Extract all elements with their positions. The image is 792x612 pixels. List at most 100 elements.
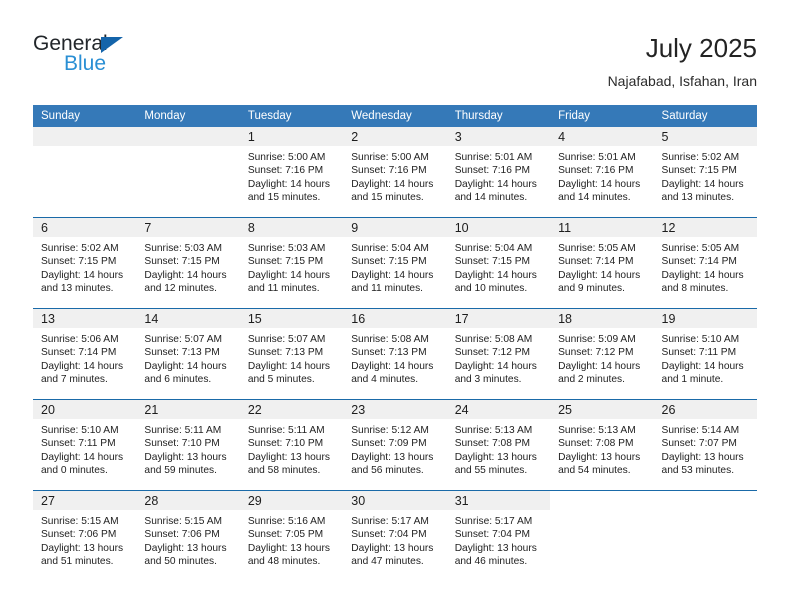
weekday-header-sunday: Sunday xyxy=(33,105,137,127)
sunrise-time: Sunrise: 5:04 AM xyxy=(454,243,533,254)
daylight-duration-line1: Daylight: 14 hours xyxy=(661,178,744,190)
daylight-duration-line1: Daylight: 14 hours xyxy=(351,360,434,372)
sunset-time: Sunset: 7:13 PM xyxy=(247,347,324,359)
calendar-table: Sunday Monday Tuesday Wednesday Thursday Frid… xyxy=(33,105,757,581)
general-blue-logo[interactable]: General Blue xyxy=(33,32,233,84)
sunset-time: Sunset: 7:14 PM xyxy=(558,256,634,268)
daylight-duration-line1: Daylight: 14 hours xyxy=(661,360,744,372)
sunset-time: Sunset: 7:06 PM xyxy=(41,529,117,541)
day-cell-24[interactable]: 24 Sunrise: 5:13 AM Sunset: 7:08 PM Dayligh… xyxy=(446,400,551,490)
sunrise-time: Sunrise: 5:01 AM xyxy=(454,152,533,163)
day-details: Sunrise: 5:11 AM Sunset: 7:10 PM Daylight:… xyxy=(136,419,239,478)
day-cell-7[interactable]: 7 Sunrise: 5:03 AM Sunset: 7:15 PM Daylight… xyxy=(136,218,240,308)
sunset-time: Sunset: 7:10 PM xyxy=(247,438,324,450)
weekday-header-wednesday: Wednesday xyxy=(343,105,447,127)
daylight-duration-line2: and 1 minute. xyxy=(661,374,724,386)
daylight-duration-line2: and 6 minutes. xyxy=(144,374,212,386)
sunset-time: Sunset: 7:15 PM xyxy=(454,256,531,268)
day-number: 19 xyxy=(653,309,757,328)
day-cell-30[interactable]: 30 Sunrise: 5:17 AM Sunset: 7:04 PM Dayligh… xyxy=(343,491,447,581)
daylight-duration-line2: and 4 minutes. xyxy=(351,374,419,386)
sunrise-time: Sunrise: 5:03 AM xyxy=(144,243,223,254)
day-cell-10[interactable]: 10 Sunrise: 5:04 AM Sunset: 7:15 PM Dayligh… xyxy=(446,218,551,308)
day-details: Sunrise: 5:05 AM Sunset: 7:14 PM Daylight:… xyxy=(654,237,757,296)
day-details: Sunrise: 5:10 AM Sunset: 7:11 PM Daylight:… xyxy=(654,328,757,387)
sunrise-time: Sunrise: 5:14 AM xyxy=(661,425,740,436)
day-cell-12[interactable]: 12 Sunrise: 5:05 AM Sunset: 7:14 PM Dayligh… xyxy=(653,218,757,308)
day-details: Sunrise: 5:05 AM Sunset: 7:14 PM Daylight:… xyxy=(550,237,653,296)
sunrise-time: Sunrise: 5:15 AM xyxy=(41,516,119,527)
day-cell-21[interactable]: 21 Sunrise: 5:11 AM Sunset: 7:10 PM Dayligh… xyxy=(136,400,240,490)
day-number: 9 xyxy=(343,218,447,237)
day-cell-5[interactable]: 5 Sunrise: 5:02 AM Sunset: 7:15 PM Daylight… xyxy=(653,127,757,217)
day-cell-28[interactable]: 28 Sunrise: 5:15 AM Sunset: 7:06 PM Dayligh… xyxy=(136,491,240,581)
day-details: Sunrise: 5:11 AM Sunset: 7:10 PM Daylight:… xyxy=(240,419,343,478)
day-details: Sunrise: 5:09 AM Sunset: 7:12 PM Daylight:… xyxy=(550,328,653,387)
calendar-week-row: 13 Sunrise: 5:06 AM Sunset: 7:14 PM Dayligh… xyxy=(33,308,757,400)
day-details: Sunrise: 5:15 AM Sunset: 7:06 PM Daylight:… xyxy=(33,510,136,569)
day-cell-8[interactable]: 8 Sunrise: 5:03 AM Sunset: 7:15 PM Daylight… xyxy=(239,218,344,308)
day-cell-9[interactable]: 9 Sunrise: 5:04 AM Sunset: 7:15 PM Daylight… xyxy=(343,218,447,308)
day-details: Sunrise: 5:08 AM Sunset: 7:12 PM Daylight:… xyxy=(447,328,550,387)
daylight-duration-line1: Daylight: 14 hours xyxy=(558,360,641,372)
day-number: 6 xyxy=(33,218,137,237)
daylight-duration-line2: and 3 minutes. xyxy=(454,374,522,386)
day-number: 14 xyxy=(136,309,240,328)
day-cell-31[interactable]: 31 Sunrise: 5:17 AM Sunset: 7:04 PM Dayligh… xyxy=(446,491,551,581)
daylight-duration-line2: and 53 minutes. xyxy=(661,465,735,477)
day-cell-1[interactable]: 1 Sunrise: 5:00 AM Sunset: 7:16 PM Daylight… xyxy=(239,127,344,217)
day-details: Sunrise: 5:04 AM Sunset: 7:15 PM Daylight:… xyxy=(447,237,550,296)
day-details: Sunrise: 5:13 AM Sunset: 7:08 PM Daylight:… xyxy=(550,419,653,478)
day-cell-3[interactable]: 3 Sunrise: 5:01 AM Sunset: 7:16 PM Daylight… xyxy=(446,127,551,217)
sunrise-time: Sunrise: 5:13 AM xyxy=(558,425,636,436)
day-cell-22[interactable]: 22 Sunrise: 5:11 AM Sunset: 7:10 PM Dayligh… xyxy=(239,400,344,490)
calendar-week-row: 1 Sunrise: 5:00 AM Sunset: 7:16 PM Daylight… xyxy=(33,127,757,218)
day-cell-11[interactable]: 11 Sunrise: 5:05 AM Sunset: 7:14 PM Dayligh… xyxy=(550,218,654,308)
day-number: 22 xyxy=(239,400,344,419)
daylight-duration-line2: and 59 minutes. xyxy=(144,465,217,477)
daylight-duration-line2: and 56 minutes. xyxy=(351,465,424,477)
day-number: 16 xyxy=(343,309,447,328)
day-cell-13[interactable]: 13 Sunrise: 5:06 AM Sunset: 7:14 PM Dayligh… xyxy=(33,309,137,399)
calendar-week-row: 27 Sunrise: 5:15 AM Sunset: 7:06 PM Dayligh… xyxy=(33,490,757,581)
day-details: Sunrise: 5:15 AM Sunset: 7:06 PM Daylight:… xyxy=(136,510,239,569)
day-details: Sunrise: 5:08 AM Sunset: 7:13 PM Daylight:… xyxy=(343,328,446,387)
day-cell-25[interactable]: 25 Sunrise: 5:13 AM Sunset: 7:08 PM Dayligh… xyxy=(550,400,654,490)
day-number: 31 xyxy=(446,491,551,510)
daylight-duration-line2: and 13 minutes. xyxy=(41,283,114,295)
daylight-duration-line2: and 14 minutes. xyxy=(454,192,528,204)
daylight-duration-line1: Daylight: 13 hours xyxy=(144,451,227,463)
daylight-duration-line2: and 7 minutes. xyxy=(41,374,108,386)
day-cell-4[interactable]: 4 Sunrise: 5:01 AM Sunset: 7:16 PM Daylight… xyxy=(550,127,654,217)
sunrise-time: Sunrise: 5:05 AM xyxy=(558,243,636,254)
day-cell-14[interactable]: 14 Sunrise: 5:07 AM Sunset: 7:13 PM Dayligh… xyxy=(136,309,240,399)
day-cell-27[interactable]: 27 Sunrise: 5:15 AM Sunset: 7:06 PM Dayligh… xyxy=(33,491,137,581)
day-cell-19[interactable]: 19 Sunrise: 5:10 AM Sunset: 7:11 PM Dayligh… xyxy=(653,309,757,399)
day-cell-6[interactable]: 6 Sunrise: 5:02 AM Sunset: 7:15 PM Daylight… xyxy=(33,218,137,308)
daylight-duration-line2: and 5 minutes. xyxy=(247,374,315,386)
page-subtitle-location: Najafabad, Isfahan, Iran xyxy=(607,73,757,89)
day-cell-empty xyxy=(550,491,653,581)
daylight-duration-line1: Daylight: 14 hours xyxy=(558,178,641,190)
day-number: 29 xyxy=(239,491,344,510)
day-cell-17[interactable]: 17 Sunrise: 5:08 AM Sunset: 7:12 PM Dayligh… xyxy=(446,309,551,399)
daylight-duration-line2: and 46 minutes. xyxy=(454,556,528,568)
day-cell-2[interactable]: 2 Sunrise: 5:00 AM Sunset: 7:16 PM Daylight… xyxy=(343,127,447,217)
sunset-time: Sunset: 7:16 PM xyxy=(351,165,427,177)
day-cell-18[interactable]: 18 Sunrise: 5:09 AM Sunset: 7:12 PM Dayligh… xyxy=(550,309,654,399)
day-details: Sunrise: 5:13 AM Sunset: 7:08 PM Daylight:… xyxy=(447,419,550,478)
day-cell-26[interactable]: 26 Sunrise: 5:14 AM Sunset: 7:07 PM Dayligh… xyxy=(653,400,757,490)
day-details: Sunrise: 5:04 AM Sunset: 7:15 PM Daylight:… xyxy=(343,237,446,296)
day-cell-29[interactable]: 29 Sunrise: 5:16 AM Sunset: 7:05 PM Dayligh… xyxy=(239,491,344,581)
sunset-time: Sunset: 7:08 PM xyxy=(454,438,531,450)
day-number: 17 xyxy=(446,309,551,328)
day-cell-20[interactable]: 20 Sunrise: 5:10 AM Sunset: 7:11 PM Dayligh… xyxy=(33,400,137,490)
daylight-duration-line2: and 12 minutes. xyxy=(144,283,217,295)
day-details: Sunrise: 5:17 AM Sunset: 7:04 PM Daylight:… xyxy=(343,510,446,569)
daylight-duration-line2: and 48 minutes. xyxy=(247,556,321,568)
day-cell-15[interactable]: 15 Sunrise: 5:07 AM Sunset: 7:13 PM Dayligh… xyxy=(239,309,344,399)
day-cell-23[interactable]: 23 Sunrise: 5:12 AM Sunset: 7:09 PM Dayligh… xyxy=(343,400,447,490)
daylight-duration-line1: Daylight: 13 hours xyxy=(558,451,641,463)
day-details: Sunrise: 5:01 AM Sunset: 7:16 PM Daylight:… xyxy=(447,146,550,205)
day-cell-16[interactable]: 16 Sunrise: 5:08 AM Sunset: 7:13 PM Dayligh… xyxy=(343,309,447,399)
